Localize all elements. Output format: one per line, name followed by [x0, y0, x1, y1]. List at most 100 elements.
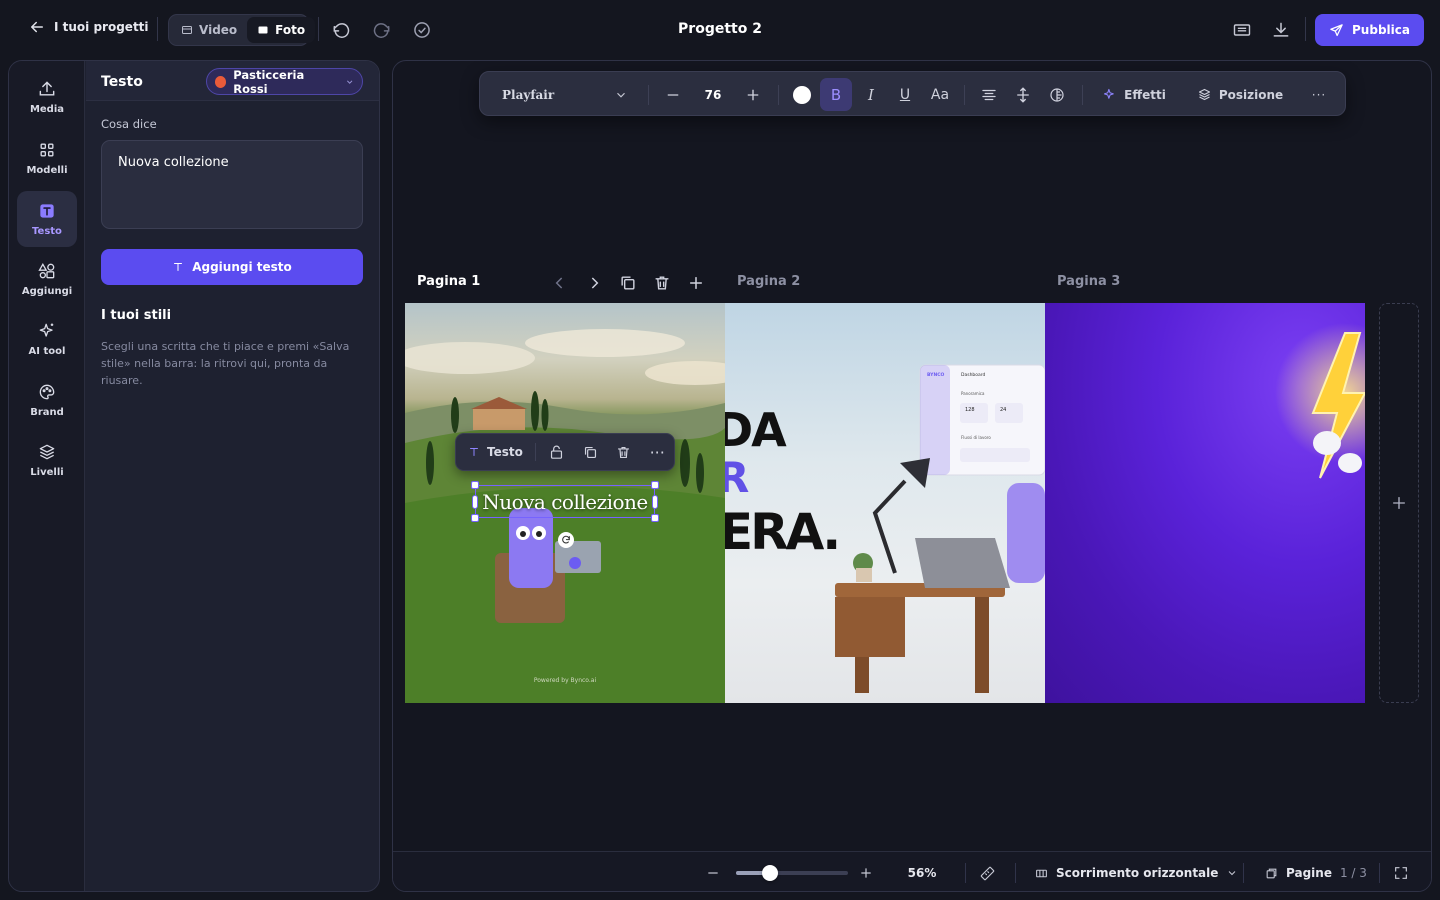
divider [1379, 863, 1380, 883]
rotate-handle[interactable] [558, 532, 574, 548]
rail-label: Modelli [26, 165, 68, 176]
undo-icon [333, 23, 350, 38]
element-type-label: Testo [487, 445, 523, 459]
sparkle-icon [39, 323, 54, 337]
delete-element-button[interactable] [607, 433, 641, 471]
plus-icon [690, 277, 702, 289]
italic-button[interactable]: I [856, 72, 886, 117]
copy-icon [621, 276, 635, 290]
brand-selector[interactable]: Pasticceria Rossi [206, 68, 363, 96]
scroll-mode-select[interactable]: Scorrimento orizzontale [1035, 852, 1238, 891]
font-family-select[interactable]: Playfair [490, 72, 640, 117]
watermark-text: Powered by Bynco.ai [533, 677, 597, 684]
text-t-icon [470, 448, 478, 456]
zoom-in-button[interactable] [858, 852, 880, 891]
effects-button[interactable]: Effetti [1094, 72, 1174, 117]
plus-icon [1393, 497, 1405, 509]
add-page-button[interactable] [686, 273, 706, 293]
zoom-slider-thumb[interactable] [761, 865, 778, 881]
panel-header: Testo Pasticceria Rossi [86, 61, 379, 101]
styles-hint: Scegli una scritta che ti piace e premi … [101, 340, 350, 387]
send-icon [1330, 23, 1343, 36]
line-height-icon [1017, 86, 1029, 103]
delete-page-button[interactable] [652, 273, 672, 293]
element-type-button[interactable]: Testo [456, 445, 535, 459]
download-button[interactable] [1271, 20, 1291, 40]
video-mode-label: Video [199, 23, 238, 37]
element-more-button[interactable]: ··· [640, 433, 674, 471]
rotate-icon [562, 535, 570, 544]
rail-item-testo[interactable]: Testo [17, 191, 77, 247]
resize-handle-ne[interactable] [651, 481, 659, 489]
zoom-level[interactable]: 56% [897, 852, 947, 891]
redo-button[interactable] [372, 20, 392, 40]
lock-button[interactable] [540, 433, 574, 471]
duplicate-page-button[interactable] [618, 273, 638, 293]
page-label-2[interactable]: Pagina 2 [737, 274, 800, 289]
italic-icon: I [868, 85, 874, 104]
effects-label: Effetti [1124, 87, 1166, 102]
align-button[interactable] [974, 72, 1004, 117]
zoom-out-button[interactable] [705, 852, 727, 891]
resize-handle-e[interactable] [652, 495, 658, 509]
text-color-button[interactable] [788, 72, 816, 117]
fullscreen-button[interactable] [1393, 852, 1415, 891]
spacing-button[interactable] [1008, 72, 1038, 117]
text-case-button[interactable]: Aa [924, 72, 956, 117]
add-text-button[interactable]: Aggiungi testo [101, 249, 363, 285]
divider [965, 863, 966, 883]
resize-handle-w[interactable] [472, 495, 478, 509]
font-size-decrease-button[interactable] [658, 72, 688, 117]
add-page-slot[interactable] [1379, 303, 1419, 703]
photo-mode-label: Foto [275, 23, 306, 37]
more-options-button[interactable]: ··· [1304, 72, 1334, 117]
selected-text-element[interactable]: Nuova collezione [471, 481, 659, 548]
rail-label: Media [29, 104, 65, 115]
rail-item-media[interactable]: Media [17, 69, 77, 125]
duplicate-element-button[interactable] [573, 433, 607, 471]
page-next-button[interactable] [584, 273, 604, 293]
resize-handle-sw[interactable] [471, 514, 479, 522]
preview-button[interactable] [1232, 20, 1252, 40]
page-label-3[interactable]: Pagina 3 [1057, 274, 1120, 289]
font-size-increase-button[interactable] [738, 72, 768, 117]
position-button[interactable]: Posizione [1192, 72, 1288, 117]
page-2-canvas[interactable]: DA R ERA. BYNCO Dashboard Panoramica 128… [725, 303, 1045, 703]
ruler-button[interactable] [979, 852, 1001, 891]
zoom-slider[interactable] [736, 852, 848, 891]
bold-button[interactable]: B [820, 78, 852, 111]
opacity-button[interactable] [1042, 72, 1072, 117]
headline-fragment-1: DA [725, 403, 787, 457]
text-content-field[interactable]: Nuova collezione [101, 140, 363, 229]
font-size-value[interactable]: 76 [692, 72, 734, 117]
rail-item-modelli[interactable]: Modelli [17, 130, 77, 186]
color-swatch [793, 85, 811, 104]
page-3-canvas[interactable] [1045, 303, 1365, 703]
rail-item-brand[interactable]: Brand [17, 372, 77, 428]
back-to-projects-link[interactable]: I tuoi progetti [28, 18, 149, 36]
undo-button[interactable] [331, 20, 351, 40]
resize-handle-nw[interactable] [471, 481, 479, 489]
dashboard-title: Dashboard [961, 373, 986, 378]
publish-button[interactable]: Pubblica [1315, 14, 1424, 46]
save-status-button[interactable] [412, 20, 432, 40]
rail-item-aggiungi[interactable]: Aggiungi [17, 251, 77, 307]
redo-icon [373, 23, 390, 38]
chevron-down-icon [617, 92, 625, 98]
resize-handle-se[interactable] [651, 514, 659, 522]
pages-count: 1 / 3 [1339, 866, 1367, 880]
rail-item-livelli[interactable]: Livelli [17, 432, 77, 488]
page-label-1[interactable]: Pagina 1 [417, 274, 480, 289]
photo-mode-tab[interactable]: Foto [247, 17, 316, 43]
underline-button[interactable]: U [890, 72, 920, 117]
image-icon [258, 26, 268, 34]
minus-icon [667, 93, 679, 96]
video-mode-tab[interactable]: Video [171, 17, 247, 43]
page-prev-button[interactable] [550, 273, 570, 293]
minus-icon [708, 872, 718, 874]
canvas-area: Playfair 76 B I U Aa Effetti Posizione ·… [392, 60, 1432, 892]
pages-overview-button[interactable]: Pagine 1 / 3 [1265, 852, 1367, 891]
publish-label: Pubblica [1352, 23, 1410, 37]
rail-item-ai-tool[interactable]: AI tool [17, 311, 77, 367]
divider [648, 85, 649, 105]
